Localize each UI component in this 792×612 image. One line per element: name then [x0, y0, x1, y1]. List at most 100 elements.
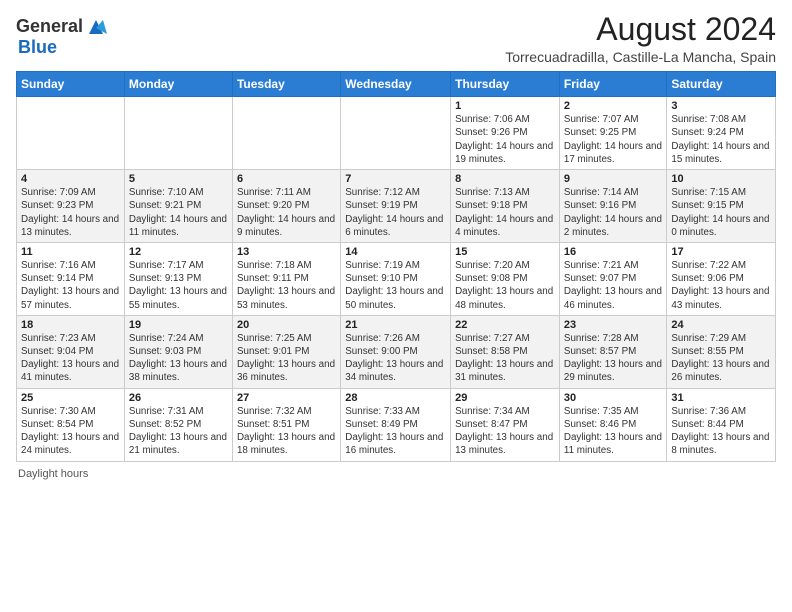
logo-icon [85, 16, 107, 38]
week-row-3: 11Sunrise: 7:16 AM Sunset: 9:14 PM Dayli… [17, 242, 776, 315]
day-number: 8 [455, 173, 555, 185]
calendar-cell: 9Sunrise: 7:14 AM Sunset: 9:16 PM Daylig… [559, 170, 666, 243]
calendar-cell: 4Sunrise: 7:09 AM Sunset: 9:23 PM Daylig… [17, 170, 125, 243]
calendar-cell [232, 97, 340, 170]
day-header-friday: Friday [559, 72, 666, 97]
day-number: 12 [129, 246, 228, 258]
day-info: Sunrise: 7:20 AM Sunset: 9:08 PM Dayligh… [455, 259, 555, 312]
day-info: Sunrise: 7:26 AM Sunset: 9:00 PM Dayligh… [345, 332, 446, 385]
header: General Blue August 2024 Torrecuadradill… [16, 12, 776, 65]
day-number: 5 [129, 173, 228, 185]
title-block: August 2024 Torrecuadradilla, Castille-L… [505, 12, 776, 65]
week-row-1: 1Sunrise: 7:06 AM Sunset: 9:26 PM Daylig… [17, 97, 776, 170]
calendar-cell: 28Sunrise: 7:33 AM Sunset: 8:49 PM Dayli… [341, 388, 451, 461]
calendar-cell: 25Sunrise: 7:30 AM Sunset: 8:54 PM Dayli… [17, 388, 125, 461]
footer: Daylight hours [16, 468, 776, 480]
day-info: Sunrise: 7:19 AM Sunset: 9:10 PM Dayligh… [345, 259, 446, 312]
calendar-cell: 13Sunrise: 7:18 AM Sunset: 9:11 PM Dayli… [232, 242, 340, 315]
calendar-cell: 18Sunrise: 7:23 AM Sunset: 9:04 PM Dayli… [17, 315, 125, 388]
calendar-cell [124, 97, 232, 170]
calendar-cell: 8Sunrise: 7:13 AM Sunset: 9:18 PM Daylig… [451, 170, 560, 243]
week-row-4: 18Sunrise: 7:23 AM Sunset: 9:04 PM Dayli… [17, 315, 776, 388]
calendar-cell: 20Sunrise: 7:25 AM Sunset: 9:01 PM Dayli… [232, 315, 340, 388]
day-info: Sunrise: 7:06 AM Sunset: 9:26 PM Dayligh… [455, 113, 555, 166]
calendar-cell: 22Sunrise: 7:27 AM Sunset: 8:58 PM Dayli… [451, 315, 560, 388]
calendar-cell: 21Sunrise: 7:26 AM Sunset: 9:00 PM Dayli… [341, 315, 451, 388]
calendar-cell: 23Sunrise: 7:28 AM Sunset: 8:57 PM Dayli… [559, 315, 666, 388]
week-row-2: 4Sunrise: 7:09 AM Sunset: 9:23 PM Daylig… [17, 170, 776, 243]
day-info: Sunrise: 7:27 AM Sunset: 8:58 PM Dayligh… [455, 332, 555, 385]
day-number: 2 [564, 100, 662, 112]
calendar-cell: 26Sunrise: 7:31 AM Sunset: 8:52 PM Dayli… [124, 388, 232, 461]
day-number: 22 [455, 319, 555, 331]
day-info: Sunrise: 7:10 AM Sunset: 9:21 PM Dayligh… [129, 186, 228, 239]
calendar-cell: 3Sunrise: 7:08 AM Sunset: 9:24 PM Daylig… [667, 97, 776, 170]
calendar-cell: 12Sunrise: 7:17 AM Sunset: 9:13 PM Dayli… [124, 242, 232, 315]
day-number: 16 [564, 246, 662, 258]
day-info: Sunrise: 7:11 AM Sunset: 9:20 PM Dayligh… [237, 186, 336, 239]
calendar-cell: 5Sunrise: 7:10 AM Sunset: 9:21 PM Daylig… [124, 170, 232, 243]
calendar-cell: 19Sunrise: 7:24 AM Sunset: 9:03 PM Dayli… [124, 315, 232, 388]
day-number: 7 [345, 173, 446, 185]
calendar-cell: 6Sunrise: 7:11 AM Sunset: 9:20 PM Daylig… [232, 170, 340, 243]
day-info: Sunrise: 7:36 AM Sunset: 8:44 PM Dayligh… [671, 405, 771, 458]
calendar-cell: 29Sunrise: 7:34 AM Sunset: 8:47 PM Dayli… [451, 388, 560, 461]
main-title: August 2024 [505, 12, 776, 47]
day-number: 9 [564, 173, 662, 185]
calendar-cell: 1Sunrise: 7:06 AM Sunset: 9:26 PM Daylig… [451, 97, 560, 170]
calendar-cell: 16Sunrise: 7:21 AM Sunset: 9:07 PM Dayli… [559, 242, 666, 315]
day-info: Sunrise: 7:07 AM Sunset: 9:25 PM Dayligh… [564, 113, 662, 166]
calendar-cell: 17Sunrise: 7:22 AM Sunset: 9:06 PM Dayli… [667, 242, 776, 315]
day-number: 18 [21, 319, 120, 331]
day-number: 17 [671, 246, 771, 258]
calendar-cell: 11Sunrise: 7:16 AM Sunset: 9:14 PM Dayli… [17, 242, 125, 315]
calendar-cell: 24Sunrise: 7:29 AM Sunset: 8:55 PM Dayli… [667, 315, 776, 388]
day-info: Sunrise: 7:34 AM Sunset: 8:47 PM Dayligh… [455, 405, 555, 458]
day-info: Sunrise: 7:18 AM Sunset: 9:11 PM Dayligh… [237, 259, 336, 312]
day-number: 21 [345, 319, 446, 331]
week-row-5: 25Sunrise: 7:30 AM Sunset: 8:54 PM Dayli… [17, 388, 776, 461]
day-info: Sunrise: 7:29 AM Sunset: 8:55 PM Dayligh… [671, 332, 771, 385]
day-info: Sunrise: 7:09 AM Sunset: 9:23 PM Dayligh… [21, 186, 120, 239]
calendar-cell: 15Sunrise: 7:20 AM Sunset: 9:08 PM Dayli… [451, 242, 560, 315]
day-info: Sunrise: 7:32 AM Sunset: 8:51 PM Dayligh… [237, 405, 336, 458]
day-info: Sunrise: 7:35 AM Sunset: 8:46 PM Dayligh… [564, 405, 662, 458]
calendar-cell [341, 97, 451, 170]
calendar-cell: 27Sunrise: 7:32 AM Sunset: 8:51 PM Dayli… [232, 388, 340, 461]
day-number: 25 [21, 392, 120, 404]
day-number: 3 [671, 100, 771, 112]
day-number: 31 [671, 392, 771, 404]
logo-general-text: General [16, 17, 83, 37]
calendar-cell: 30Sunrise: 7:35 AM Sunset: 8:46 PM Dayli… [559, 388, 666, 461]
day-number: 15 [455, 246, 555, 258]
day-info: Sunrise: 7:12 AM Sunset: 9:19 PM Dayligh… [345, 186, 446, 239]
day-info: Sunrise: 7:24 AM Sunset: 9:03 PM Dayligh… [129, 332, 228, 385]
calendar-cell: 31Sunrise: 7:36 AM Sunset: 8:44 PM Dayli… [667, 388, 776, 461]
day-number: 29 [455, 392, 555, 404]
day-number: 13 [237, 246, 336, 258]
logo: General Blue [16, 16, 107, 58]
day-number: 4 [21, 173, 120, 185]
calendar-cell: 10Sunrise: 7:15 AM Sunset: 9:15 PM Dayli… [667, 170, 776, 243]
day-info: Sunrise: 7:16 AM Sunset: 9:14 PM Dayligh… [21, 259, 120, 312]
calendar: SundayMondayTuesdayWednesdayThursdayFrid… [16, 71, 776, 461]
page: General Blue August 2024 Torrecuadradill… [0, 0, 792, 488]
day-header-wednesday: Wednesday [341, 72, 451, 97]
day-header-thursday: Thursday [451, 72, 560, 97]
day-number: 14 [345, 246, 446, 258]
day-info: Sunrise: 7:14 AM Sunset: 9:16 PM Dayligh… [564, 186, 662, 239]
day-info: Sunrise: 7:17 AM Sunset: 9:13 PM Dayligh… [129, 259, 228, 312]
day-number: 24 [671, 319, 771, 331]
day-info: Sunrise: 7:23 AM Sunset: 9:04 PM Dayligh… [21, 332, 120, 385]
day-info: Sunrise: 7:13 AM Sunset: 9:18 PM Dayligh… [455, 186, 555, 239]
calendar-cell: 7Sunrise: 7:12 AM Sunset: 9:19 PM Daylig… [341, 170, 451, 243]
calendar-cell [17, 97, 125, 170]
day-header-monday: Monday [124, 72, 232, 97]
daylight-label: Daylight hours [18, 468, 88, 480]
day-info: Sunrise: 7:28 AM Sunset: 8:57 PM Dayligh… [564, 332, 662, 385]
day-info: Sunrise: 7:33 AM Sunset: 8:49 PM Dayligh… [345, 405, 446, 458]
day-info: Sunrise: 7:15 AM Sunset: 9:15 PM Dayligh… [671, 186, 771, 239]
day-info: Sunrise: 7:31 AM Sunset: 8:52 PM Dayligh… [129, 405, 228, 458]
day-number: 27 [237, 392, 336, 404]
day-number: 28 [345, 392, 446, 404]
